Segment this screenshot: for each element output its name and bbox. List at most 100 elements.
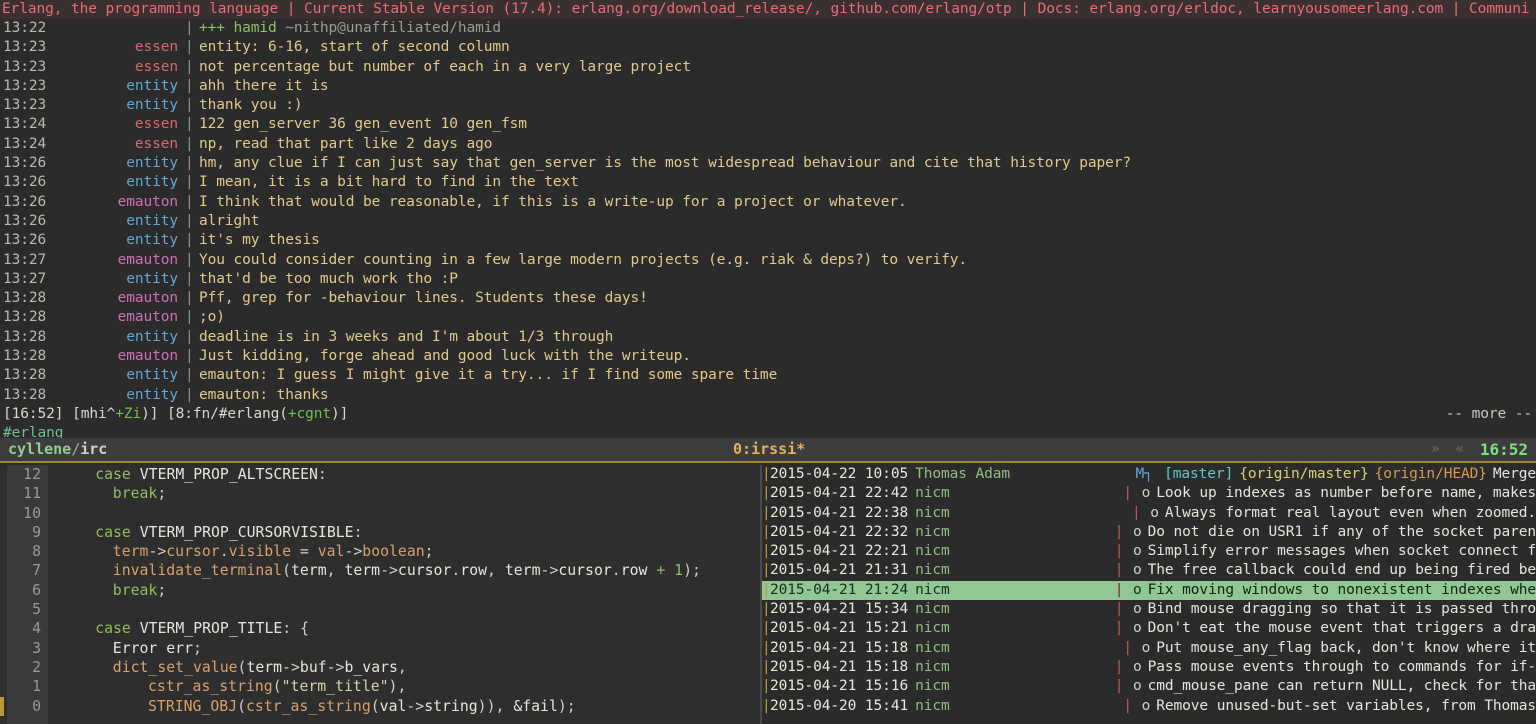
tmux-window-list[interactable]: 0:irssi* <box>107 437 1431 462</box>
tmux-window-0[interactable]: 0:irssi* <box>733 440 805 458</box>
git-commit-author: nicm <box>908 619 950 638</box>
code-token: b_vars <box>344 659 397 676</box>
git-log-row[interactable]: |2015-04-21 21:31nicm|oThe free callback… <box>762 561 1536 580</box>
git-row-marker: | <box>762 523 770 542</box>
irc-message-line: 13:24essen|122 gen_server 36 gen_event 1… <box>0 115 1536 134</box>
editor-line[interactable]: 11break; <box>0 484 760 503</box>
code-token: -> <box>380 562 398 579</box>
git-log-row[interactable]: |2015-04-22 10:05Thomas AdamM┐[master]{o… <box>762 465 1536 484</box>
irc-message-nick: entity <box>60 173 185 192</box>
git-ref-label[interactable]: {origin/HEAD} <box>1375 465 1493 484</box>
git-row-marker: | <box>762 465 770 484</box>
irssi-pane[interactable]: Erlang, the programming language | Curre… <box>0 0 1536 438</box>
code-token: ; <box>157 485 166 502</box>
git-log-row[interactable]: |2015-04-21 22:32nicm|oDo not die on USR… <box>762 523 1536 542</box>
git-commit-subject: Do not die on USR1 if any of the socket … <box>1148 523 1536 542</box>
git-log-pane[interactable]: |2015-04-22 10:05Thomas AdamM┐[master]{o… <box>762 465 1536 724</box>
git-commit-author: nicm <box>908 639 950 658</box>
git-ref-label[interactable]: {origin/master} <box>1239 465 1374 484</box>
irc-message-line: 13:27entity|that'd be too much work tho … <box>0 270 1536 289</box>
irc-message-timestamp: 13:26 <box>0 193 60 212</box>
git-commit-author: nicm <box>908 542 950 561</box>
git-log-row[interactable]: |2015-04-21 15:16nicm|ocmd_mouse_pane ca… <box>762 677 1536 696</box>
git-log-row[interactable]: |2015-04-21 22:21nicm|oSimplify error me… <box>762 542 1536 561</box>
irc-message-timestamp: 13:28 <box>0 328 60 347</box>
chevron-left-icon[interactable]: « <box>1455 437 1463 462</box>
code-token: VTERM_PROP_ALTSCREEN <box>140 466 318 483</box>
irc-message-nick: entity <box>60 231 185 250</box>
git-graph-glyph: M┐ <box>1130 465 1158 484</box>
tmux-bottom-panes: 12case VTERM_PROP_ALTSCREEN:11break;109c… <box>0 465 1536 724</box>
irc-message-line: 13:27emauton|You could consider counting… <box>0 251 1536 270</box>
git-commit-date: 2015-04-20 15:41 <box>770 697 908 716</box>
irc-gutter-bar: | <box>185 115 199 134</box>
irc-message-log[interactable]: 13:22|+++ hamid ~nithp@unaffiliated/hami… <box>0 19 1536 405</box>
tmux-status-bar[interactable]: cyllene/irc 0:irssi* » « 16:52 <box>0 438 1536 463</box>
editor-line[interactable]: 8term->cursor.visible = val->boolean; <box>0 542 760 561</box>
editor-line[interactable]: 0STRING_OBJ(cstr_as_string(val->string))… <box>0 697 760 716</box>
code-token: err <box>166 640 193 657</box>
irssi-status-clock: [16:52] <box>3 406 63 422</box>
git-log-row[interactable]: |2015-04-20 15:41nicm|oRemove unused-but… <box>762 697 1536 716</box>
git-graph-glyph: | <box>1114 484 1142 503</box>
editor-line[interactable]: 7invalidate_terminal(term, term->cursor.… <box>0 561 760 580</box>
code-token: ( <box>273 678 282 695</box>
editor-line[interactable]: 3Error err; <box>0 639 760 658</box>
git-log-list[interactable]: |2015-04-22 10:05Thomas AdamM┐[master]{o… <box>762 465 1536 716</box>
code-token: -> <box>344 543 362 560</box>
irc-message-line: 13:28entity|emauton: I guess I might giv… <box>0 366 1536 385</box>
git-row-spacer <box>950 504 1123 523</box>
code-token: : <box>354 524 363 541</box>
git-log-row[interactable]: |2015-04-21 15:34nicm|oBind mouse draggi… <box>762 600 1536 619</box>
irc-message-nick: essen <box>60 58 185 77</box>
chevron-right-icon[interactable]: » <box>1431 437 1439 462</box>
editor-line[interactable]: 6break; <box>0 581 760 600</box>
code-editor-pane[interactable]: 12case VTERM_PROP_ALTSCREEN:11break;109c… <box>0 465 760 724</box>
irc-message-line: 13:26emauton|I think that would be reaso… <box>0 193 1536 212</box>
editor-line[interactable]: 10 <box>0 504 760 523</box>
git-ref-label[interactable]: [master] <box>1164 465 1239 484</box>
editor-line[interactable]: 4case VTERM_PROP_TITLE: { <box>0 619 760 638</box>
editor-line-list[interactable]: 12case VTERM_PROP_ALTSCREEN:11break;109c… <box>0 465 760 716</box>
git-commit-subject: Simplify error messages when socket conn… <box>1148 542 1536 561</box>
editor-line[interactable]: 1cstr_as_string("term_title"), <box>0 677 760 696</box>
irc-topic-bar: Erlang, the programming language | Curre… <box>0 0 1536 19</box>
git-log-row[interactable]: |2015-04-21 15:18nicm|oPut mouse_any_fla… <box>762 639 1536 658</box>
irc-message-timestamp: 13:22 <box>0 19 60 38</box>
code-token: case <box>95 466 131 483</box>
git-log-row[interactable]: |2015-04-21 22:38nicm|oAlways format rea… <box>762 504 1536 523</box>
git-log-row[interactable]: |2015-04-21 15:21nicm|oDon't eat the mou… <box>762 619 1536 638</box>
editor-line-number: 4 <box>0 619 48 638</box>
code-token: cursor <box>398 562 451 579</box>
git-log-row[interactable]: |2015-04-21 22:42nicm|oLook up indexes a… <box>762 484 1536 503</box>
irc-message-text: ;o) <box>199 308 225 327</box>
irc-message-timestamp: 13:26 <box>0 154 60 173</box>
code-token: case <box>95 620 131 637</box>
code-token: ); <box>558 698 576 715</box>
editor-line[interactable]: 5 <box>0 600 760 619</box>
git-commit-date: 2015-04-21 22:38 <box>770 504 908 523</box>
git-commit-node: o <box>1133 542 1148 561</box>
code-token <box>131 466 140 483</box>
irc-message-nick <box>60 19 185 38</box>
git-graph-glyph: | <box>1105 600 1133 619</box>
editor-line[interactable]: 9case VTERM_PROP_CURSORVISIBLE: <box>0 523 760 542</box>
editor-line[interactable]: 12case VTERM_PROP_ALTSCREEN: <box>0 465 760 484</box>
git-log-row-selected[interactable]: |2015-04-21 21:24nicm|oFix moving window… <box>762 581 1536 600</box>
irc-message-text: 122 gen_server 36 gen_event 10 gen_fsm <box>199 115 527 134</box>
irc-gutter-bar: | <box>185 212 199 231</box>
code-token: visible <box>229 543 291 560</box>
git-graph-glyph: | <box>1105 561 1133 580</box>
irc-message-text: emauton: thanks <box>199 386 328 405</box>
git-commit-date: 2015-04-21 15:16 <box>770 677 908 696</box>
git-log-row[interactable]: |2015-04-21 15:18nicm|oPass mouse events… <box>762 658 1536 677</box>
code-token: ), <box>389 678 407 695</box>
editor-line[interactable]: 2dict_set_value(term->buf->b_vars, <box>0 658 760 677</box>
code-token: val <box>380 698 407 715</box>
irc-message-text: deadline is in 3 weeks and I'm about 1/3… <box>199 328 613 347</box>
git-commit-date: 2015-04-21 22:21 <box>770 542 908 561</box>
irc-gutter-bar: | <box>185 38 199 57</box>
code-token <box>131 524 140 541</box>
git-commit-subject: cmd_mouse_pane can return NULL, check fo… <box>1148 677 1536 696</box>
code-token: string <box>424 698 477 715</box>
